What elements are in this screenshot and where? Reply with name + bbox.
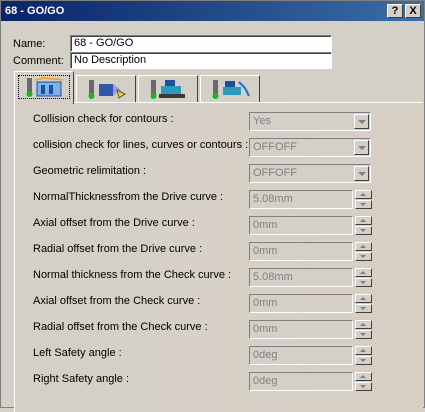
spinner-buttons — [355, 216, 372, 235]
spinner-buttons — [355, 190, 372, 209]
param-spinner[interactable]: 0mm — [249, 242, 373, 261]
chevron-down-icon[interactable] — [354, 166, 369, 181]
combo-value: OFFOFF — [253, 167, 297, 179]
spin-up-icon[interactable] — [355, 320, 372, 329]
spin-up-icon[interactable] — [355, 190, 372, 199]
close-button[interactable]: X — [405, 4, 421, 18]
comment-label: Comment: — [13, 55, 64, 67]
param-spinner[interactable]: 5.08mm — [249, 190, 373, 209]
strategy-tabs — [14, 71, 414, 104]
combo-value: Yes — [253, 115, 271, 127]
spin-down-icon[interactable] — [355, 226, 372, 235]
geometry-strategy-icon — [18, 75, 70, 99]
operation-dialog: 68 - GO/GO ? X Name: 68 - GO/GO Comment:… — [0, 0, 425, 412]
spinner-value[interactable]: 0mm — [249, 242, 353, 261]
title-bar: 68 - GO/GO ? X — [1, 1, 424, 21]
param-combo[interactable]: OFFOFF — [249, 164, 371, 183]
geometry-panel: Collision check for contours : Yes collisi… — [14, 102, 423, 412]
spinner-buttons — [355, 242, 372, 261]
param-label: Left Safety angle : — [33, 347, 122, 359]
spinner-buttons — [355, 372, 372, 391]
param-label: Geometric relimitation : — [33, 165, 147, 177]
spin-up-icon[interactable] — [355, 216, 372, 225]
param-label: Axial offset from the Check curve : — [33, 295, 201, 307]
spin-down-icon[interactable] — [355, 330, 372, 339]
spinner-value[interactable]: 0mm — [249, 320, 353, 339]
spin-up-icon[interactable] — [355, 268, 372, 277]
help-button[interactable]: ? — [387, 4, 403, 18]
param-label: NormalThicknessfrom the Drive curve : — [33, 191, 224, 203]
spin-up-icon[interactable] — [355, 242, 372, 251]
spinner-buttons — [355, 268, 372, 287]
param-spinner[interactable]: 5.08mm — [249, 268, 373, 287]
param-label: Radial offset from the Check curve : — [33, 321, 208, 333]
spin-down-icon[interactable] — [355, 200, 372, 209]
macro-icon — [205, 78, 255, 100]
param-label: Axial offset from the Drive curve : — [33, 217, 195, 229]
comment-field[interactable]: No Description — [70, 52, 332, 69]
param-label: collision check for lines, curves or con… — [33, 139, 249, 151]
chevron-down-icon[interactable] — [354, 140, 369, 155]
spinner-value[interactable]: 5.08mm — [249, 190, 353, 209]
param-spinner[interactable]: 0deg — [249, 372, 373, 391]
window-title: 68 - GO/GO — [5, 5, 65, 17]
param-combo[interactable]: Yes — [249, 112, 371, 131]
param-spinner[interactable]: 0mm — [249, 294, 373, 313]
param-label: Normal thickness from the Check curve : — [33, 269, 232, 281]
spin-up-icon[interactable] — [355, 294, 372, 303]
spin-up-icon[interactable] — [355, 372, 372, 381]
feedrate-icon — [143, 78, 193, 100]
tab-macro[interactable] — [200, 75, 260, 103]
spinner-buttons — [355, 320, 372, 339]
spinner-value[interactable]: 0mm — [249, 216, 353, 235]
param-label: Collision check for contours : — [33, 113, 174, 125]
spinner-value[interactable]: 0mm — [249, 294, 353, 313]
spin-down-icon[interactable] — [355, 252, 372, 261]
spin-down-icon[interactable] — [355, 278, 372, 287]
param-label: Radial offset from the Drive curve : — [33, 243, 203, 255]
name-field[interactable]: 68 - GO/GO — [70, 35, 332, 52]
spinner-value[interactable]: 0deg — [249, 372, 353, 391]
spin-down-icon[interactable] — [355, 382, 372, 391]
tab-feedrate[interactable] — [138, 75, 198, 103]
spinner-buttons — [355, 346, 372, 365]
param-label: Right Safety angle : — [33, 373, 130, 385]
spin-down-icon[interactable] — [355, 356, 372, 365]
spinner-value[interactable]: 0deg — [249, 346, 353, 365]
tab-tool[interactable] — [76, 75, 136, 103]
tool-strategy-icon — [81, 78, 131, 100]
param-spinner[interactable]: 0mm — [249, 320, 373, 339]
spinner-buttons — [355, 294, 372, 313]
spinner-value[interactable]: 5.08mm — [249, 268, 353, 287]
param-combo[interactable]: OFFOFF — [249, 138, 371, 157]
spin-down-icon[interactable] — [355, 304, 372, 313]
name-label: Name: — [13, 38, 46, 50]
param-spinner[interactable]: 0mm — [249, 216, 373, 235]
tab-geometry[interactable] — [14, 71, 74, 104]
chevron-down-icon[interactable] — [354, 114, 369, 129]
spin-up-icon[interactable] — [355, 346, 372, 355]
combo-value: OFFOFF — [253, 141, 297, 153]
param-spinner[interactable]: 0deg — [249, 346, 373, 365]
